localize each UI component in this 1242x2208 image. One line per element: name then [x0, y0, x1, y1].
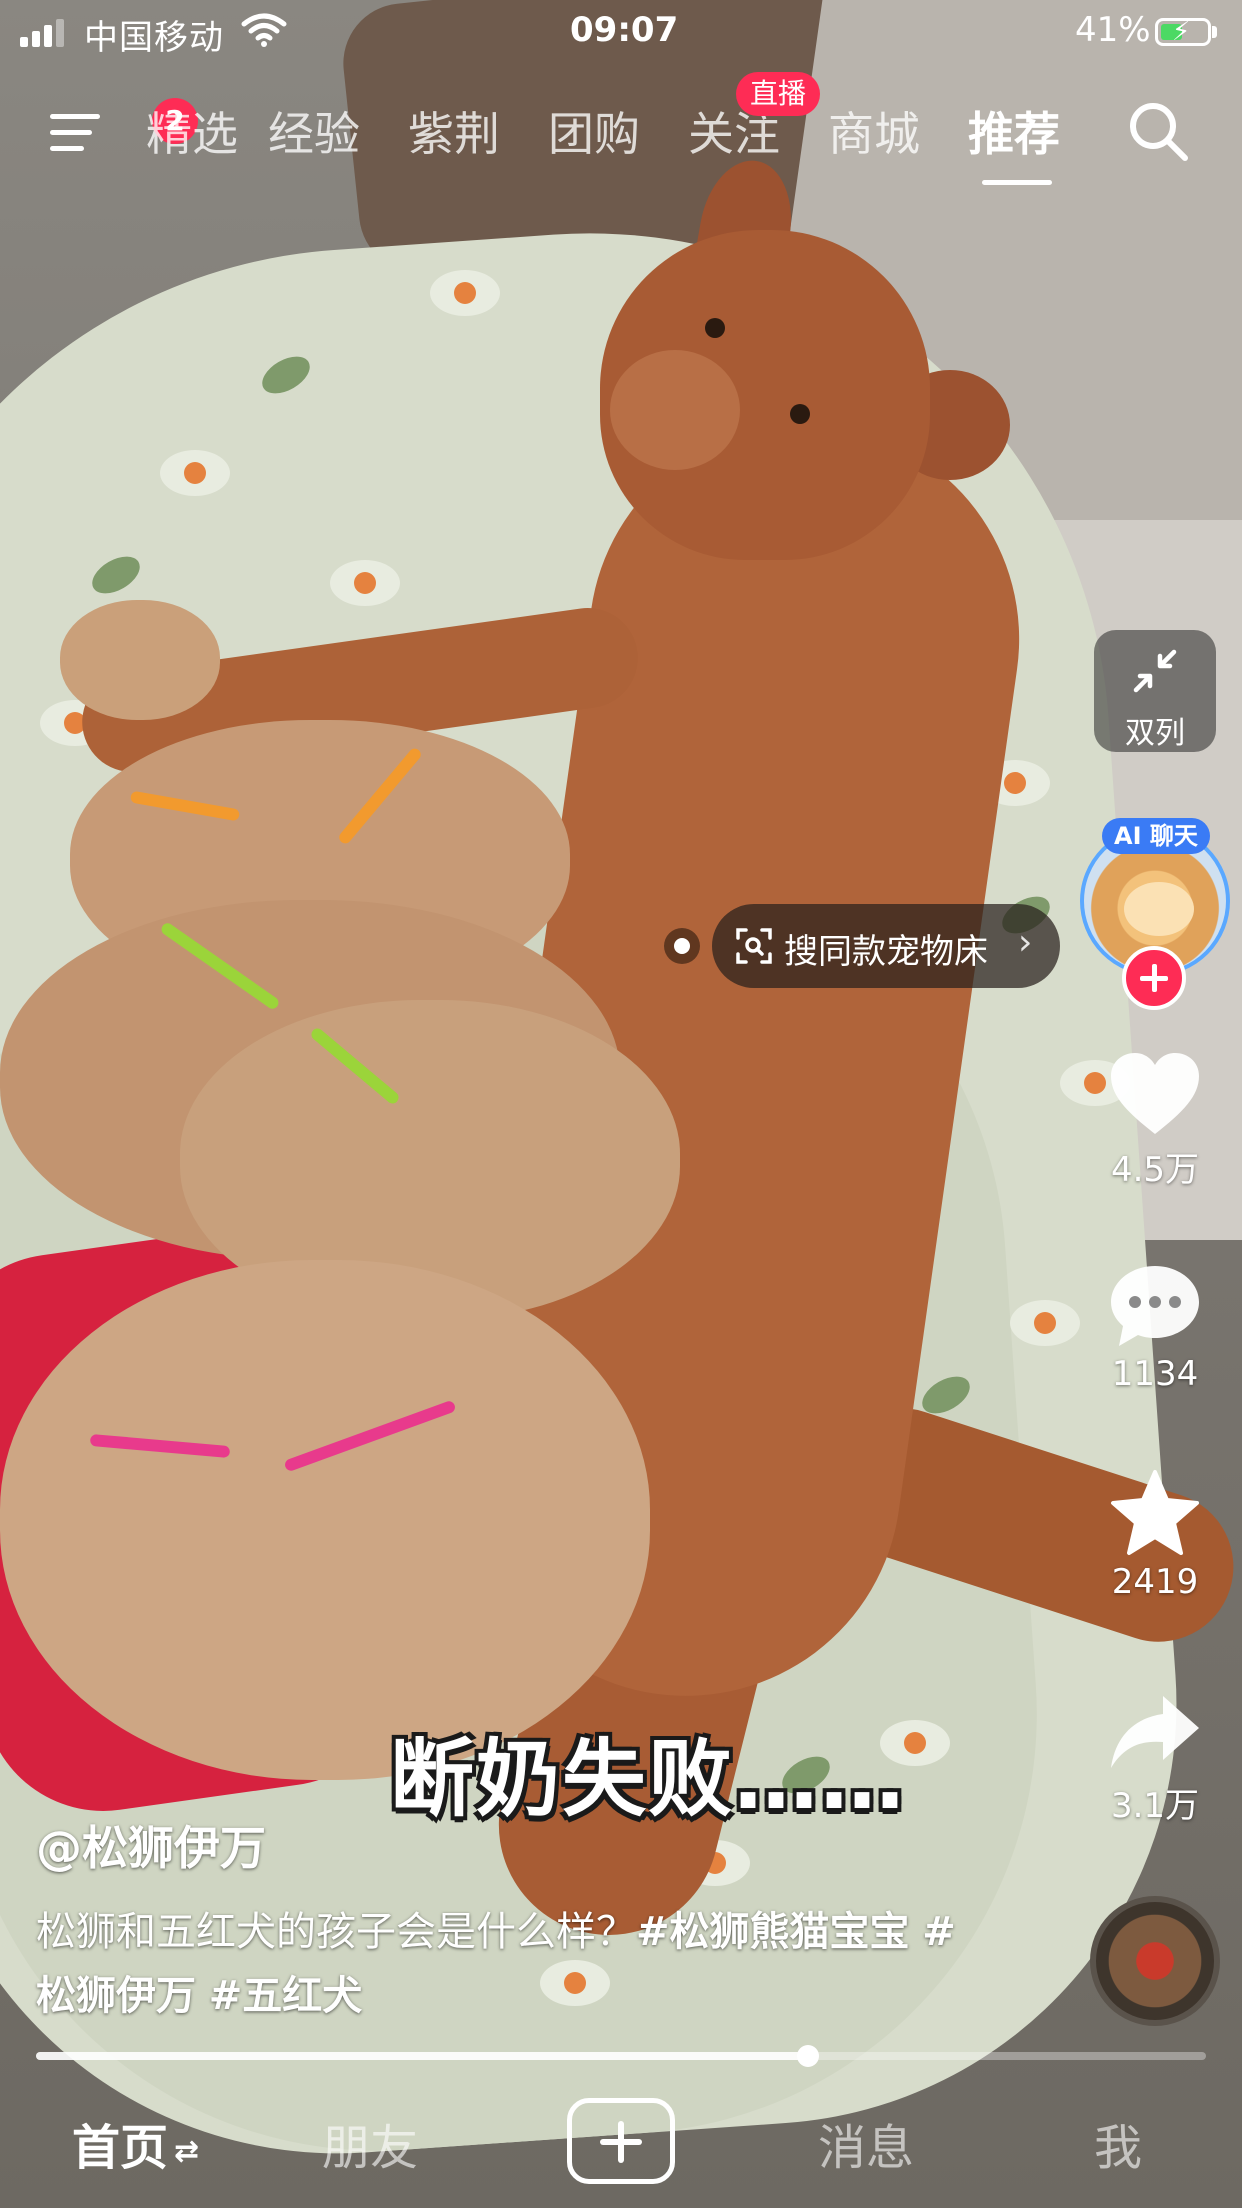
- share-count: 3.1万: [1110, 1786, 1200, 1826]
- like-button[interactable]: 4.5万: [1095, 1050, 1215, 1191]
- pattern-avocado: [160, 450, 230, 496]
- image-search-icon: [736, 928, 772, 964]
- hashtag[interactable]: #松狮熊猫宝宝: [636, 1909, 910, 1955]
- collapse-arrows-icon: [1133, 649, 1177, 693]
- music-disc-icon[interactable]: [1090, 1896, 1220, 2026]
- tab-shangcheng[interactable]: 商城: [828, 98, 920, 164]
- tab-zijing[interactable]: 紫荆: [408, 98, 500, 164]
- favorite-count: 2419: [1111, 1562, 1199, 1602]
- battery-tip: [1212, 26, 1217, 38]
- menu-button[interactable]: 2: [50, 98, 198, 156]
- dog-eye: [790, 404, 810, 424]
- dual-column-button[interactable]: 双列: [1094, 630, 1216, 752]
- favorite-button[interactable]: 2419: [1095, 1468, 1215, 1602]
- follow-button[interactable]: [1122, 946, 1186, 1010]
- hashtag[interactable]: #五红犬: [209, 1973, 363, 2019]
- dog-snout: [610, 350, 740, 470]
- search-same-product-button[interactable]: 搜同款宠物床 ›: [712, 904, 1060, 988]
- comment-bubble-icon: [1111, 1266, 1199, 1346]
- dual-column-label: 双列: [1125, 716, 1185, 751]
- create-post-button[interactable]: [567, 2098, 675, 2184]
- author-name[interactable]: @松狮伊万: [36, 1812, 266, 1878]
- description-text: 松狮和五红犬的孩子会是什么样？: [36, 1909, 636, 1955]
- like-count: 4.5万: [1110, 1150, 1200, 1190]
- heart-icon: [1111, 1053, 1199, 1134]
- bottom-tab-friends[interactable]: 朋友: [322, 2108, 418, 2178]
- progress-fill: [36, 2052, 809, 2060]
- star-icon: [1111, 1470, 1199, 1555]
- video-progress-bar[interactable]: [36, 2045, 1206, 2067]
- tab-jingxuan[interactable]: 精选: [146, 98, 238, 164]
- tab-jingyan[interactable]: 经验: [268, 98, 360, 164]
- tab-tuangou[interactable]: 团购: [548, 98, 640, 164]
- top-navigation: 2 精选 经验 紫荆 团购 关注 直播 商城 推荐: [0, 72, 1242, 190]
- clock: 09:07: [570, 10, 679, 50]
- product-anchor-dot[interactable]: [664, 928, 700, 964]
- search-icon[interactable]: [1125, 98, 1191, 164]
- bottom-navigation: 首页 ⇄ 朋友 消息 我: [0, 2080, 1242, 2208]
- puppy-paw: [60, 600, 220, 720]
- video-description[interactable]: 松狮和五红犬的孩子会是什么样？#松狮熊猫宝宝 #松狮伊万 #五红犬: [36, 1900, 956, 2028]
- active-tab-indicator: [982, 180, 1052, 185]
- bottom-tab-home[interactable]: 首页 ⇄: [72, 2108, 199, 2178]
- share-button[interactable]: 3.1万: [1095, 1690, 1215, 1827]
- video-subtitle: 断奶失败……: [390, 1730, 907, 1828]
- wifi-icon: [241, 13, 287, 47]
- product-label: 搜同款宠物床: [784, 932, 988, 972]
- switch-arrows-icon: ⇄: [174, 2133, 200, 2169]
- avatar-dog-face: [1124, 882, 1194, 936]
- chevron-right-icon: ›: [1018, 922, 1033, 963]
- home-label: 首页: [72, 2120, 169, 2176]
- share-arrow-icon: [1111, 1696, 1199, 1768]
- signal-icon: [20, 17, 68, 47]
- menu-icon: [50, 114, 100, 119]
- ai-chat-badge[interactable]: AI 聊天: [1102, 818, 1210, 854]
- charging-bolt-icon: ⚡: [1172, 17, 1191, 47]
- live-badge: 直播: [736, 72, 821, 116]
- pattern-avocado: [330, 560, 400, 606]
- bottom-tab-me[interactable]: 我: [1094, 2108, 1142, 2178]
- comment-count: 1134: [1111, 1354, 1199, 1394]
- dog-eye: [705, 318, 725, 338]
- battery-percent: 41%: [1075, 10, 1151, 50]
- battery-icon: ⚡: [1155, 17, 1211, 47]
- status-bar: 中国移动 09:07 41% ⚡: [0, 0, 1242, 66]
- pattern-avocado: [430, 270, 500, 316]
- bottom-tab-messages[interactable]: 消息: [818, 2108, 914, 2178]
- tab-tuijian[interactable]: 推荐: [968, 98, 1060, 164]
- puppy: [0, 1260, 650, 1780]
- carrier-name: 中国移动: [84, 18, 224, 58]
- pattern-avocado: [1010, 1300, 1080, 1346]
- comment-button[interactable]: 1134: [1095, 1262, 1215, 1394]
